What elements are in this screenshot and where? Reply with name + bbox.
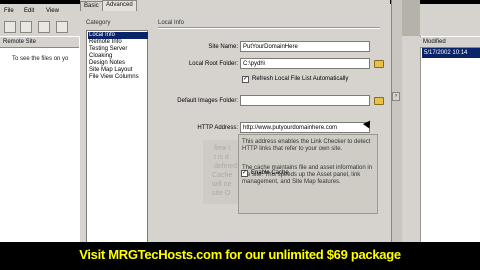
ghost-text: will ne bbox=[212, 181, 232, 188]
section-divider bbox=[158, 27, 380, 29]
local-root-label: Local Root Folder: bbox=[188, 61, 238, 67]
modified-header-label: Modified bbox=[423, 39, 446, 45]
category-cloaking[interactable]: Cloaking bbox=[88, 53, 148, 60]
list-view-icon[interactable] bbox=[4, 21, 16, 33]
site-name-label: Site Name: bbox=[208, 44, 238, 50]
details-view-icon[interactable] bbox=[20, 21, 32, 33]
ghost-text: Cache bbox=[212, 172, 233, 179]
menu-file[interactable]: File bbox=[4, 8, 14, 14]
remote-site-panel bbox=[0, 36, 81, 270]
tab-advanced[interactable]: Advanced bbox=[102, 0, 137, 11]
scroll-arrow-icon[interactable]: › bbox=[392, 92, 400, 101]
dialog-tabs: Basic Advanced bbox=[80, 0, 390, 11]
ghost-text: t is d bbox=[214, 154, 229, 161]
category-design-notes[interactable]: Design Notes bbox=[88, 60, 148, 67]
category-local-info[interactable]: Local Info bbox=[88, 32, 148, 39]
left-menubar: File Edit View bbox=[0, 4, 80, 18]
section-title: Local Info bbox=[158, 20, 185, 26]
file-row-selected[interactable]: 5/17/2002 10:14 bbox=[422, 48, 480, 58]
ghost-text: defined bbox=[214, 163, 237, 170]
category-remote-info[interactable]: Remote Info bbox=[88, 39, 148, 46]
local-root-field[interactable]: C:\pydh\ bbox=[240, 58, 370, 69]
remote-site-title: Remote Site bbox=[3, 39, 37, 45]
local-files-panel bbox=[420, 36, 480, 270]
http-address-label: HTTP Address: bbox=[197, 125, 238, 131]
images-folder-icon[interactable] bbox=[374, 97, 384, 105]
site-name-field[interactable]: PutYourDomainHere bbox=[240, 41, 370, 52]
refresh-icon[interactable] bbox=[56, 21, 68, 33]
menu-edit[interactable]: Edit bbox=[24, 8, 34, 14]
remote-site-hint: To see the files on yo bbox=[12, 56, 69, 62]
category-file-view-columns[interactable]: File View Columns bbox=[88, 74, 148, 81]
enable-cache-label: Enable Cache bbox=[251, 170, 289, 176]
menu-view[interactable]: View bbox=[46, 8, 59, 14]
remote-site-header[interactable]: Remote Site bbox=[0, 37, 79, 48]
default-images-field[interactable] bbox=[240, 95, 370, 106]
refresh-checkbox-label: Refresh Local File List Automatically bbox=[252, 76, 349, 82]
category-list[interactable]: Local Info Remote Info Testing Server Cl… bbox=[86, 30, 148, 266]
vertical-scrollbar[interactable] bbox=[391, 0, 402, 255]
tooltip-link-checker-text: This address enables the Link Checker to… bbox=[242, 139, 371, 152]
default-images-label: Default Images Folder: bbox=[177, 98, 238, 104]
right-edge-panel bbox=[402, 0, 420, 36]
http-address-field[interactable]: http://www.putyourdomainhere.com bbox=[240, 122, 370, 133]
tab-basic[interactable]: Basic bbox=[80, 1, 103, 11]
refresh-checkbox[interactable]: ✓ bbox=[242, 76, 249, 83]
ghost-text: fiew t bbox=[214, 145, 231, 152]
folder-icon[interactable] bbox=[374, 60, 384, 68]
category-testing-server[interactable]: Testing Server bbox=[88, 46, 148, 53]
category-site-map-layout[interactable]: Site Map Layout bbox=[88, 67, 148, 74]
category-label: Category bbox=[86, 20, 111, 26]
modified-column-header[interactable]: Modified bbox=[420, 37, 480, 48]
promo-banner-text[interactable]: Visit MRGTecHosts.com for our unlimited … bbox=[0, 247, 480, 262]
site-map-icon[interactable] bbox=[38, 21, 50, 33]
enable-cache-checkbox[interactable]: ✓ bbox=[241, 170, 248, 177]
ghost-text: site O bbox=[212, 190, 231, 197]
